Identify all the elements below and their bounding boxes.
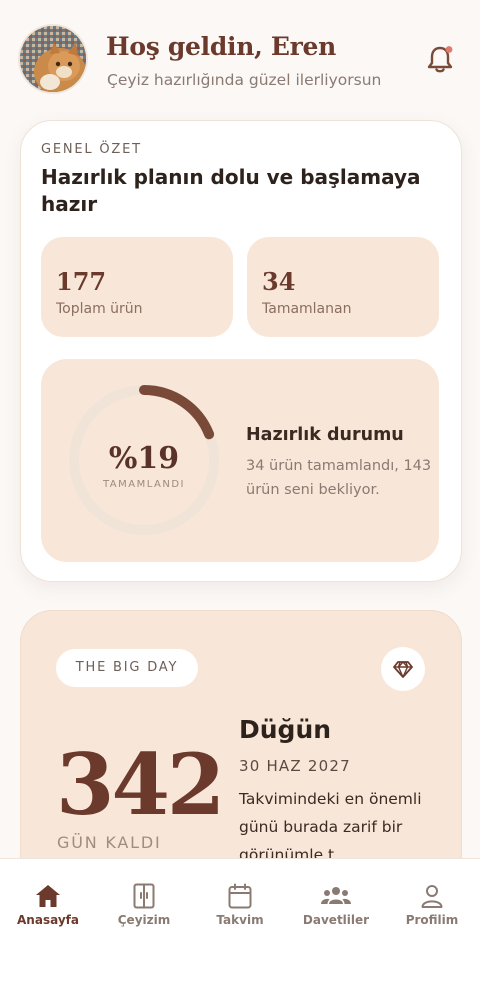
greeting-title: Hoş geldin, Eren	[106, 32, 337, 61]
event-title: Düğün	[239, 715, 332, 744]
bell-icon	[427, 46, 453, 73]
cat-photo-icon	[20, 26, 86, 92]
stat-label: Toplam ürün	[56, 301, 143, 317]
stat-value: 34	[262, 267, 296, 296]
nav-item-calendar[interactable]: Takvim	[192, 883, 288, 927]
summary-eyebrow: GENEL ÖZET	[41, 142, 142, 157]
notification-dot	[445, 46, 453, 53]
avatar[interactable]	[20, 26, 86, 92]
progress-panel: %19 TAMAMLANDI Hazırlık durumu 34 ürün t…	[41, 359, 439, 562]
nav-label: Çeyizim	[117, 913, 171, 927]
bottom-navigation: Anasayfa Çeyizim Takvim Davetliler Profi…	[0, 858, 480, 989]
guests-icon	[321, 887, 351, 904]
header: Hoş geldin, Eren Çeyiz hazırlığında güze…	[0, 0, 480, 110]
diamond-icon	[393, 661, 413, 678]
event-description: Takvimindeki en önemli günü burada zarif…	[239, 790, 422, 864]
nav-item-guests[interactable]: Davetliler	[288, 883, 384, 927]
summary-card: GENEL ÖZET Hazırlık planın dolu ve başla…	[20, 120, 462, 582]
nav-label: Takvim	[216, 913, 264, 927]
gem-button[interactable]	[381, 647, 425, 691]
summary-title: Hazırlık planın dolu ve başlamaya hazır	[41, 165, 421, 216]
nav-label: Anasayfa	[17, 913, 79, 927]
calendar-icon	[228, 883, 252, 909]
profile-icon	[421, 885, 443, 908]
notifications-button[interactable]	[426, 44, 454, 74]
days-remaining-label: GÜN KALDI	[57, 833, 162, 852]
event-date: 30 HAZ 2027	[239, 757, 351, 775]
stat-total-items[interactable]: 177 Toplam ürün	[41, 237, 233, 337]
wardrobe-icon	[133, 883, 155, 909]
nav-item-ceyizim[interactable]: Çeyizim	[96, 883, 192, 927]
progress-percent: %19	[108, 441, 180, 476]
nav-item-home[interactable]: Anasayfa	[0, 883, 96, 927]
stat-value: 177	[56, 267, 107, 296]
progress-description: 34 ürün tamamlandı, 143 ürün seni bekliy…	[246, 458, 432, 498]
stat-label: Tamamlanan	[262, 301, 352, 317]
progress-caption: TAMAMLANDI	[102, 479, 186, 490]
greeting-subtitle: Çeyiz hazırlığında güzel ilerliyorsun	[107, 71, 382, 89]
home-icon	[36, 885, 60, 907]
progress-title: Hazırlık durumu	[246, 425, 404, 445]
nav-label: Profilim	[405, 913, 459, 927]
nav-label: Davetliler	[302, 913, 370, 927]
stat-completed-items[interactable]: 34 Tamamlanan	[247, 237, 439, 337]
nav-item-profile[interactable]: Profilim	[384, 883, 480, 927]
days-remaining: 342	[56, 735, 225, 834]
big-day-tag: THE BIG DAY	[56, 649, 198, 687]
